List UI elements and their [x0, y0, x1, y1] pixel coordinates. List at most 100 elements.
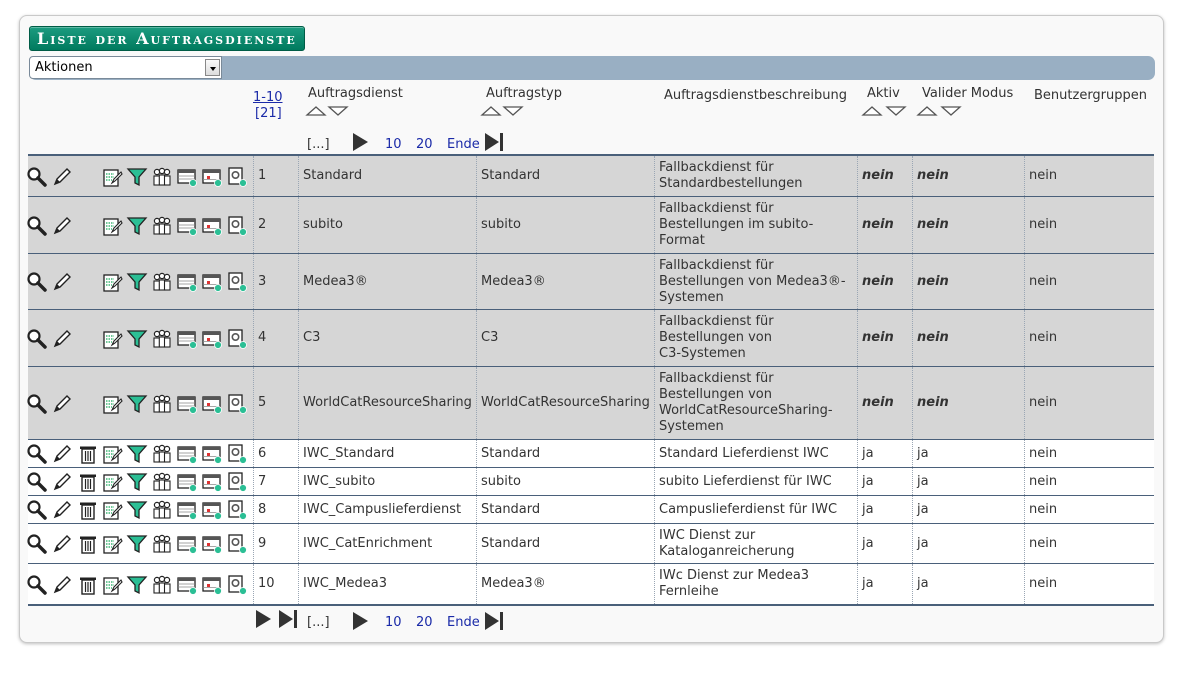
next-page-icon[interactable] — [352, 132, 370, 156]
document-settings-icon[interactable] — [226, 166, 248, 188]
filter-icon[interactable] — [126, 215, 148, 237]
edit-list-icon[interactable] — [101, 471, 123, 493]
table-add-icon[interactable] — [176, 215, 198, 237]
document-settings-icon[interactable] — [226, 271, 248, 293]
pencil-icon[interactable] — [51, 166, 73, 188]
edit-list-icon[interactable] — [101, 166, 123, 188]
edit-list-icon[interactable] — [101, 328, 123, 350]
trash-icon[interactable] — [77, 574, 99, 596]
last-page-icon[interactable] — [484, 132, 506, 156]
table-delete-icon[interactable] — [201, 499, 223, 521]
pencil-icon[interactable] — [51, 499, 73, 521]
page-size-20[interactable]: 20 — [416, 137, 433, 152]
table-add-icon[interactable] — [176, 271, 198, 293]
table-add-icon[interactable] — [176, 443, 198, 465]
pager-end[interactable]: Ende — [447, 615, 480, 630]
magnifier-icon[interactable] — [26, 471, 48, 493]
pager-dots[interactable]: [...] — [307, 137, 330, 152]
table-delete-icon[interactable] — [201, 215, 223, 237]
table-delete-icon[interactable] — [201, 271, 223, 293]
table-add-icon[interactable] — [176, 533, 198, 555]
magnifier-icon[interactable] — [26, 328, 48, 350]
edit-list-icon[interactable] — [101, 574, 123, 596]
magnifier-icon[interactable] — [26, 271, 48, 293]
magnifier-icon[interactable] — [26, 393, 48, 415]
table-delete-icon[interactable] — [201, 471, 223, 493]
document-settings-icon[interactable] — [226, 533, 248, 555]
user-groups-icon[interactable] — [151, 471, 173, 493]
trash-icon[interactable] — [77, 499, 99, 521]
next-page-icon[interactable] — [352, 611, 370, 635]
pencil-icon[interactable] — [51, 215, 73, 237]
user-groups-icon[interactable] — [151, 271, 173, 293]
user-groups-icon[interactable] — [151, 499, 173, 521]
page-size-10[interactable]: 10 — [385, 615, 402, 630]
table-add-icon[interactable] — [176, 393, 198, 415]
table-add-icon[interactable] — [176, 166, 198, 188]
magnifier-icon[interactable] — [26, 574, 48, 596]
actions-dropdown[interactable]: Aktionen — [29, 56, 222, 79]
trash-icon[interactable] — [77, 471, 99, 493]
user-groups-icon[interactable] — [151, 215, 173, 237]
user-groups-icon[interactable] — [151, 574, 173, 596]
edit-list-icon[interactable] — [101, 271, 123, 293]
table-delete-icon[interactable] — [201, 166, 223, 188]
table-delete-icon[interactable] — [201, 393, 223, 415]
trash-icon[interactable] — [77, 533, 99, 555]
pencil-icon[interactable] — [51, 393, 73, 415]
pager-end[interactable]: Ende — [447, 137, 480, 152]
filter-icon[interactable] — [126, 166, 148, 188]
edit-list-icon[interactable] — [101, 499, 123, 521]
table-add-icon[interactable] — [176, 574, 198, 596]
filter-icon[interactable] — [126, 328, 148, 350]
pencil-icon[interactable] — [51, 533, 73, 555]
document-settings-icon[interactable] — [226, 215, 248, 237]
document-settings-icon[interactable] — [226, 574, 248, 596]
last-page-icon[interactable] — [278, 609, 300, 633]
filter-icon[interactable] — [126, 443, 148, 465]
filter-icon[interactable] — [126, 271, 148, 293]
pencil-icon[interactable] — [51, 471, 73, 493]
user-groups-icon[interactable] — [151, 328, 173, 350]
magnifier-icon[interactable] — [26, 443, 48, 465]
pencil-icon[interactable] — [51, 443, 73, 465]
edit-list-icon[interactable] — [101, 393, 123, 415]
filter-icon[interactable] — [126, 574, 148, 596]
edit-list-icon[interactable] — [101, 443, 123, 465]
table-delete-icon[interactable] — [201, 533, 223, 555]
magnifier-icon[interactable] — [26, 215, 48, 237]
table-add-icon[interactable] — [176, 328, 198, 350]
edit-list-icon[interactable] — [101, 533, 123, 555]
pencil-icon[interactable] — [51, 574, 73, 596]
last-page-icon[interactable] — [484, 611, 506, 635]
user-groups-icon[interactable] — [151, 533, 173, 555]
edit-list-icon[interactable] — [101, 215, 123, 237]
document-settings-icon[interactable] — [226, 328, 248, 350]
user-groups-icon[interactable] — [151, 393, 173, 415]
document-settings-icon[interactable] — [226, 471, 248, 493]
table-delete-icon[interactable] — [201, 574, 223, 596]
magnifier-icon[interactable] — [26, 166, 48, 188]
document-settings-icon[interactable] — [226, 393, 248, 415]
trash-icon[interactable] — [77, 443, 99, 465]
next-page-icon[interactable] — [255, 609, 273, 633]
chevron-down-icon[interactable] — [205, 59, 220, 76]
pencil-icon[interactable] — [51, 328, 73, 350]
pager-range-link[interactable]: 1-10 — [253, 90, 283, 105]
magnifier-icon[interactable] — [26, 533, 48, 555]
filter-icon[interactable] — [126, 533, 148, 555]
table-delete-icon[interactable] — [201, 328, 223, 350]
pager-dots[interactable]: [...] — [307, 615, 330, 630]
page-size-10[interactable]: 10 — [385, 137, 402, 152]
user-groups-icon[interactable] — [151, 166, 173, 188]
document-settings-icon[interactable] — [226, 443, 248, 465]
magnifier-icon[interactable] — [26, 499, 48, 521]
pencil-icon[interactable] — [51, 271, 73, 293]
user-groups-icon[interactable] — [151, 443, 173, 465]
filter-icon[interactable] — [126, 393, 148, 415]
table-add-icon[interactable] — [176, 471, 198, 493]
table-add-icon[interactable] — [176, 499, 198, 521]
document-settings-icon[interactable] — [226, 499, 248, 521]
filter-icon[interactable] — [126, 471, 148, 493]
table-delete-icon[interactable] — [201, 443, 223, 465]
